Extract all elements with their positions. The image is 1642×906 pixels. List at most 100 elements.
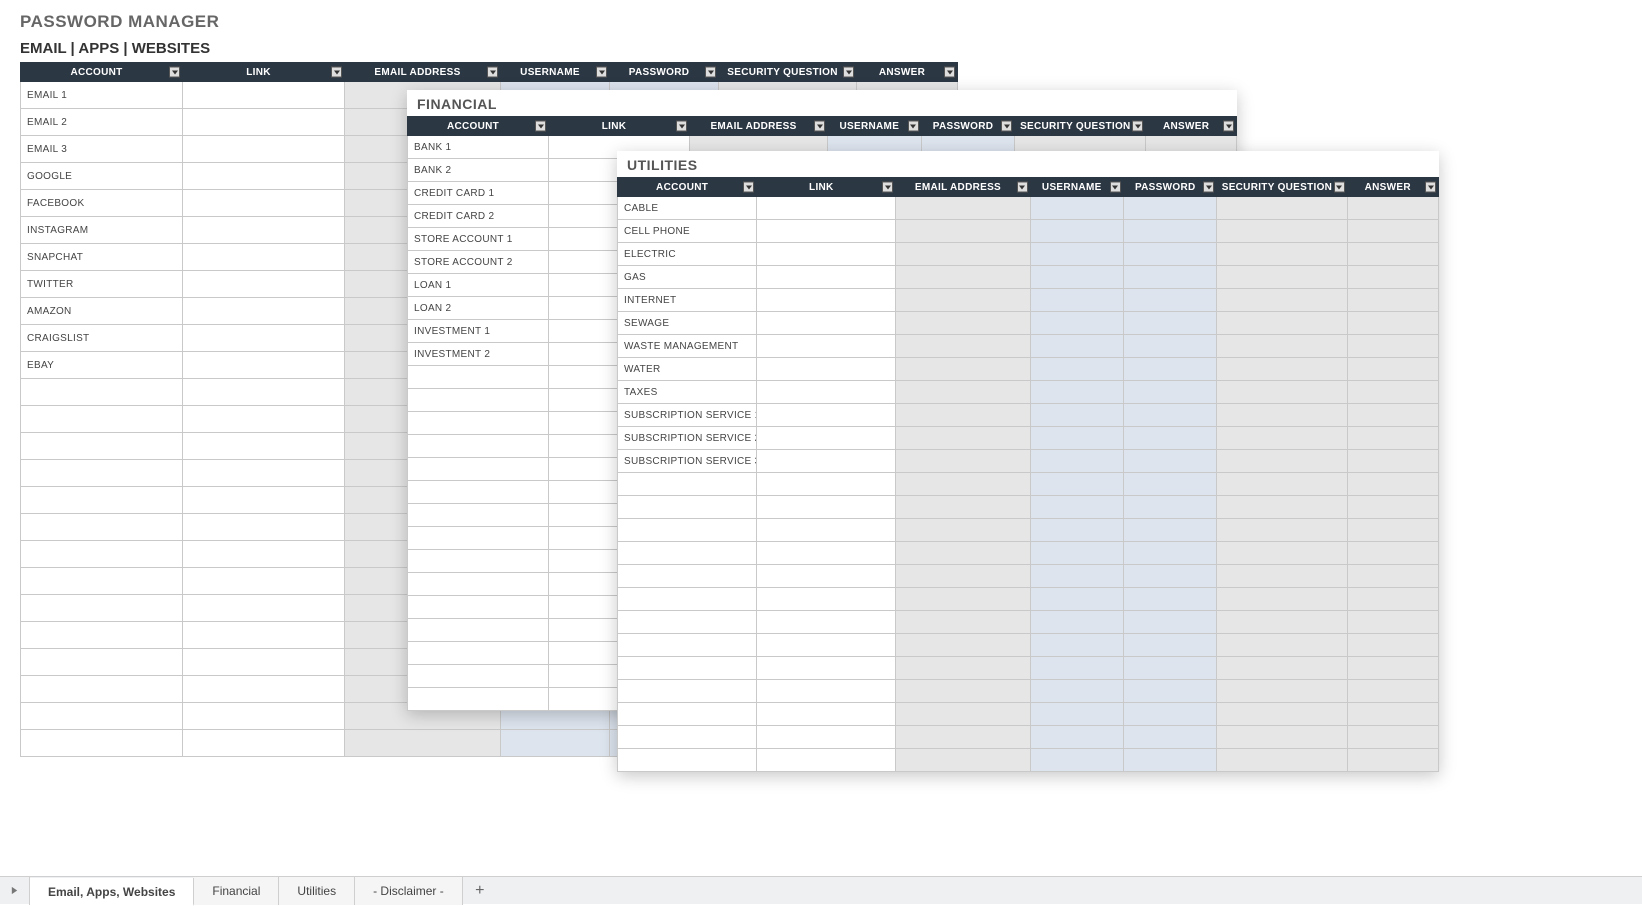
account-cell[interactable]: EMAIL 1 [21,82,183,109]
filter-dropdown-icon[interactable] [705,67,716,78]
data-cell[interactable] [896,519,1030,542]
data-cell[interactable] [896,427,1030,450]
data-cell[interactable] [757,519,896,542]
account-cell[interactable] [618,496,757,519]
data-cell[interactable] [183,595,345,622]
account-cell[interactable] [21,676,183,703]
account-cell[interactable]: GOOGLE [21,163,183,190]
filter-dropdown-icon[interactable] [1334,182,1345,193]
account-cell[interactable] [618,519,757,542]
add-sheet-button[interactable]: + [463,882,497,900]
account-cell[interactable]: SNAPCHAT [21,244,183,271]
tab-financial[interactable]: Financial [194,877,279,905]
data-cell[interactable] [1347,427,1439,450]
data-cell[interactable] [896,542,1030,565]
data-cell[interactable] [1347,634,1439,657]
data-cell[interactable] [1123,588,1216,611]
data-cell[interactable] [757,335,896,358]
data-cell[interactable] [1347,680,1439,703]
data-cell[interactable] [501,730,610,757]
account-cell[interactable]: SEWAGE [618,312,757,335]
data-cell[interactable] [1123,220,1216,243]
data-cell[interactable] [896,565,1030,588]
account-cell[interactable]: INTERNET [618,289,757,312]
data-cell[interactable] [1217,565,1347,588]
account-cell[interactable] [618,542,757,565]
data-cell[interactable] [1123,749,1216,772]
account-cell[interactable] [21,433,183,460]
tab-email-apps-websites[interactable]: Email, Apps, Websites [30,878,194,906]
filter-dropdown-icon[interactable] [169,67,180,78]
account-cell[interactable]: EMAIL 3 [21,136,183,163]
account-cell[interactable]: SUBSCRIPTION SERVICE 3 [618,450,757,473]
data-cell[interactable] [896,381,1030,404]
account-cell[interactable] [408,596,549,619]
data-cell[interactable] [896,634,1030,657]
filter-dropdown-icon[interactable] [676,121,687,132]
account-cell[interactable] [21,379,183,406]
account-cell[interactable]: TAXES [618,381,757,404]
account-cell[interactable]: AMAZON [21,298,183,325]
data-cell[interactable] [757,726,896,749]
filter-dropdown-icon[interactable] [814,121,825,132]
filter-dropdown-icon[interactable] [743,182,754,193]
data-cell[interactable] [757,542,896,565]
account-cell[interactable] [21,568,183,595]
data-cell[interactable] [1217,220,1347,243]
account-cell[interactable] [408,550,549,573]
data-cell[interactable] [896,358,1030,381]
data-cell[interactable] [183,622,345,649]
filter-dropdown-icon[interactable] [487,67,498,78]
filter-dropdown-icon[interactable] [596,67,607,78]
data-cell[interactable] [183,109,345,136]
data-cell[interactable] [1123,473,1216,496]
data-cell[interactable] [757,197,896,220]
account-cell[interactable]: STORE ACCOUNT 1 [408,228,549,251]
data-cell[interactable] [183,487,345,514]
filter-dropdown-icon[interactable] [1017,182,1028,193]
filter-dropdown-icon[interactable] [908,121,919,132]
data-cell[interactable] [1123,726,1216,749]
data-cell[interactable] [183,676,345,703]
account-cell[interactable]: TWITTER [21,271,183,298]
tab-nav-arrow-icon[interactable] [0,877,30,905]
data-cell[interactable] [183,244,345,271]
filter-dropdown-icon[interactable] [1203,182,1214,193]
data-cell[interactable] [757,289,896,312]
data-cell[interactable] [1030,358,1123,381]
account-cell[interactable] [618,565,757,588]
data-cell[interactable] [183,352,345,379]
account-cell[interactable]: LOAN 2 [408,297,549,320]
data-cell[interactable] [1347,266,1439,289]
data-cell[interactable] [1347,496,1439,519]
data-cell[interactable] [757,427,896,450]
account-cell[interactable]: CREDIT CARD 1 [408,182,549,205]
account-cell[interactable]: BANK 2 [408,159,549,182]
data-cell[interactable] [1030,450,1123,473]
account-cell[interactable]: GAS [618,266,757,289]
data-cell[interactable] [1030,220,1123,243]
account-cell[interactable]: CABLE [618,197,757,220]
account-cell[interactable]: EBAY [21,352,183,379]
filter-dropdown-icon[interactable] [1001,121,1012,132]
data-cell[interactable] [896,657,1030,680]
data-cell[interactable] [1030,289,1123,312]
data-cell[interactable] [1217,243,1347,266]
data-cell[interactable] [1347,335,1439,358]
data-cell[interactable] [1347,289,1439,312]
data-cell[interactable] [757,358,896,381]
data-cell[interactable] [896,588,1030,611]
data-cell[interactable] [1217,473,1347,496]
tab-utilities[interactable]: Utilities [279,877,355,905]
data-cell[interactable] [1217,358,1347,381]
data-cell[interactable] [1030,611,1123,634]
data-cell[interactable] [1217,427,1347,450]
data-cell[interactable] [183,271,345,298]
account-cell[interactable] [618,634,757,657]
data-cell[interactable] [1347,381,1439,404]
data-cell[interactable] [1030,427,1123,450]
data-cell[interactable] [183,136,345,163]
data-cell[interactable] [1347,312,1439,335]
data-cell[interactable] [1217,381,1347,404]
data-cell[interactable] [896,726,1030,749]
